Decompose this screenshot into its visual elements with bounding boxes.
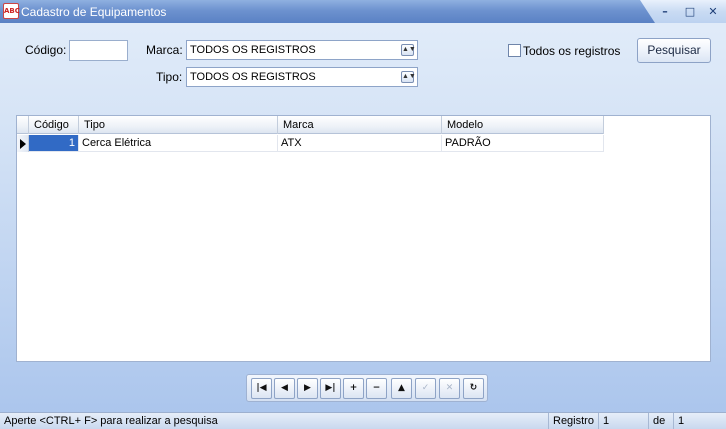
close-button[interactable]: ✕: [704, 4, 722, 20]
maximize-button[interactable]: □: [681, 4, 699, 20]
refresh-button[interactable]: ↻: [463, 378, 484, 399]
status-hint: Aperte <CTRL+ F> para realizar a pesquis…: [4, 415, 218, 427]
chevron-updown-icon[interactable]: ▲▼: [401, 44, 416, 56]
post-record-button[interactable]: ✓: [415, 378, 436, 399]
status-registro-value: 1: [598, 413, 648, 429]
refresh-icon: ↻: [469, 383, 478, 393]
title-bar: ABC Cadastro de Equipamentos – □ ✕: [0, 0, 726, 23]
current-row-arrow-icon: [20, 139, 26, 149]
delete-record-button[interactable]: −: [366, 378, 387, 399]
codigo-input[interactable]: [69, 40, 128, 61]
column-header-modelo[interactable]: Modelo: [442, 116, 604, 134]
app-icon: ABC: [3, 3, 20, 19]
marca-label: Marca:: [146, 43, 183, 57]
tipo-select[interactable]: TODOS OS REGISTROS ▲▼: [186, 67, 418, 87]
tipo-label: Tipo:: [156, 70, 183, 84]
table-cell-modelo[interactable]: PADRÃO: [442, 135, 604, 152]
status-de-label: de: [648, 413, 673, 429]
window-title: Cadastro de Equipamentos: [21, 5, 167, 19]
cancel-record-button[interactable]: ✕: [439, 378, 460, 399]
minimize-button[interactable]: –: [656, 4, 674, 20]
insert-record-icon: +: [349, 383, 358, 393]
table-cell-marca[interactable]: ATX: [278, 135, 442, 152]
status-total-value: 1: [673, 413, 726, 429]
last-record-button[interactable]: ▶|: [320, 378, 341, 399]
records-grid[interactable]: Código Tipo Marca Modelo 1 Cerca Elétric…: [16, 115, 711, 362]
last-record-icon: ▶|: [325, 383, 336, 393]
column-header-marca[interactable]: Marca: [278, 116, 442, 134]
status-bar: Aperte <CTRL+ F> para realizar a pesquis…: [0, 412, 726, 429]
edit-record-icon: ▲: [398, 383, 405, 393]
insert-record-button[interactable]: +: [343, 378, 364, 399]
search-button[interactable]: Pesquisar: [637, 38, 711, 63]
edit-record-button[interactable]: ▲: [391, 378, 412, 399]
header-indicator: [17, 116, 29, 134]
first-record-button[interactable]: |◀: [251, 378, 272, 399]
marca-select-value: TODOS OS REGISTROS: [190, 44, 316, 56]
todos-registros-label[interactable]: Todos os registros: [523, 44, 620, 58]
marca-select[interactable]: TODOS OS REGISTROS ▲▼: [186, 40, 418, 60]
column-header-tipo[interactable]: Tipo: [79, 116, 278, 134]
tipo-select-value: TODOS OS REGISTROS: [190, 71, 316, 83]
record-navigator: |◀ ◀ ▶ ▶| + − ▲ ✓ ✕ ↻: [246, 374, 488, 402]
next-record-button[interactable]: ▶: [297, 378, 318, 399]
current-row-indicator: [17, 135, 29, 152]
grid-header: Código Tipo Marca Modelo: [17, 116, 604, 134]
status-registro-label: Registro: [548, 413, 598, 429]
first-record-icon: |◀: [256, 383, 267, 393]
prior-record-icon: ◀: [281, 383, 288, 393]
cancel-record-icon: ✕: [445, 383, 454, 393]
equipment-window: ABC Cadastro de Equipamentos – □ ✕ Códig…: [0, 0, 726, 429]
codigo-label: Código:: [25, 43, 67, 57]
prior-record-button[interactable]: ◀: [274, 378, 295, 399]
post-record-icon: ✓: [421, 383, 430, 393]
next-record-icon: ▶: [304, 383, 311, 393]
chevron-updown-icon[interactable]: ▲▼: [401, 71, 416, 83]
column-header-codigo[interactable]: Código: [29, 116, 79, 134]
table-cell-codigo[interactable]: 1: [29, 135, 79, 152]
table-cell-tipo[interactable]: Cerca Elétrica: [79, 135, 278, 152]
todos-registros-checkbox[interactable]: [508, 44, 521, 57]
delete-record-icon: −: [372, 383, 381, 393]
